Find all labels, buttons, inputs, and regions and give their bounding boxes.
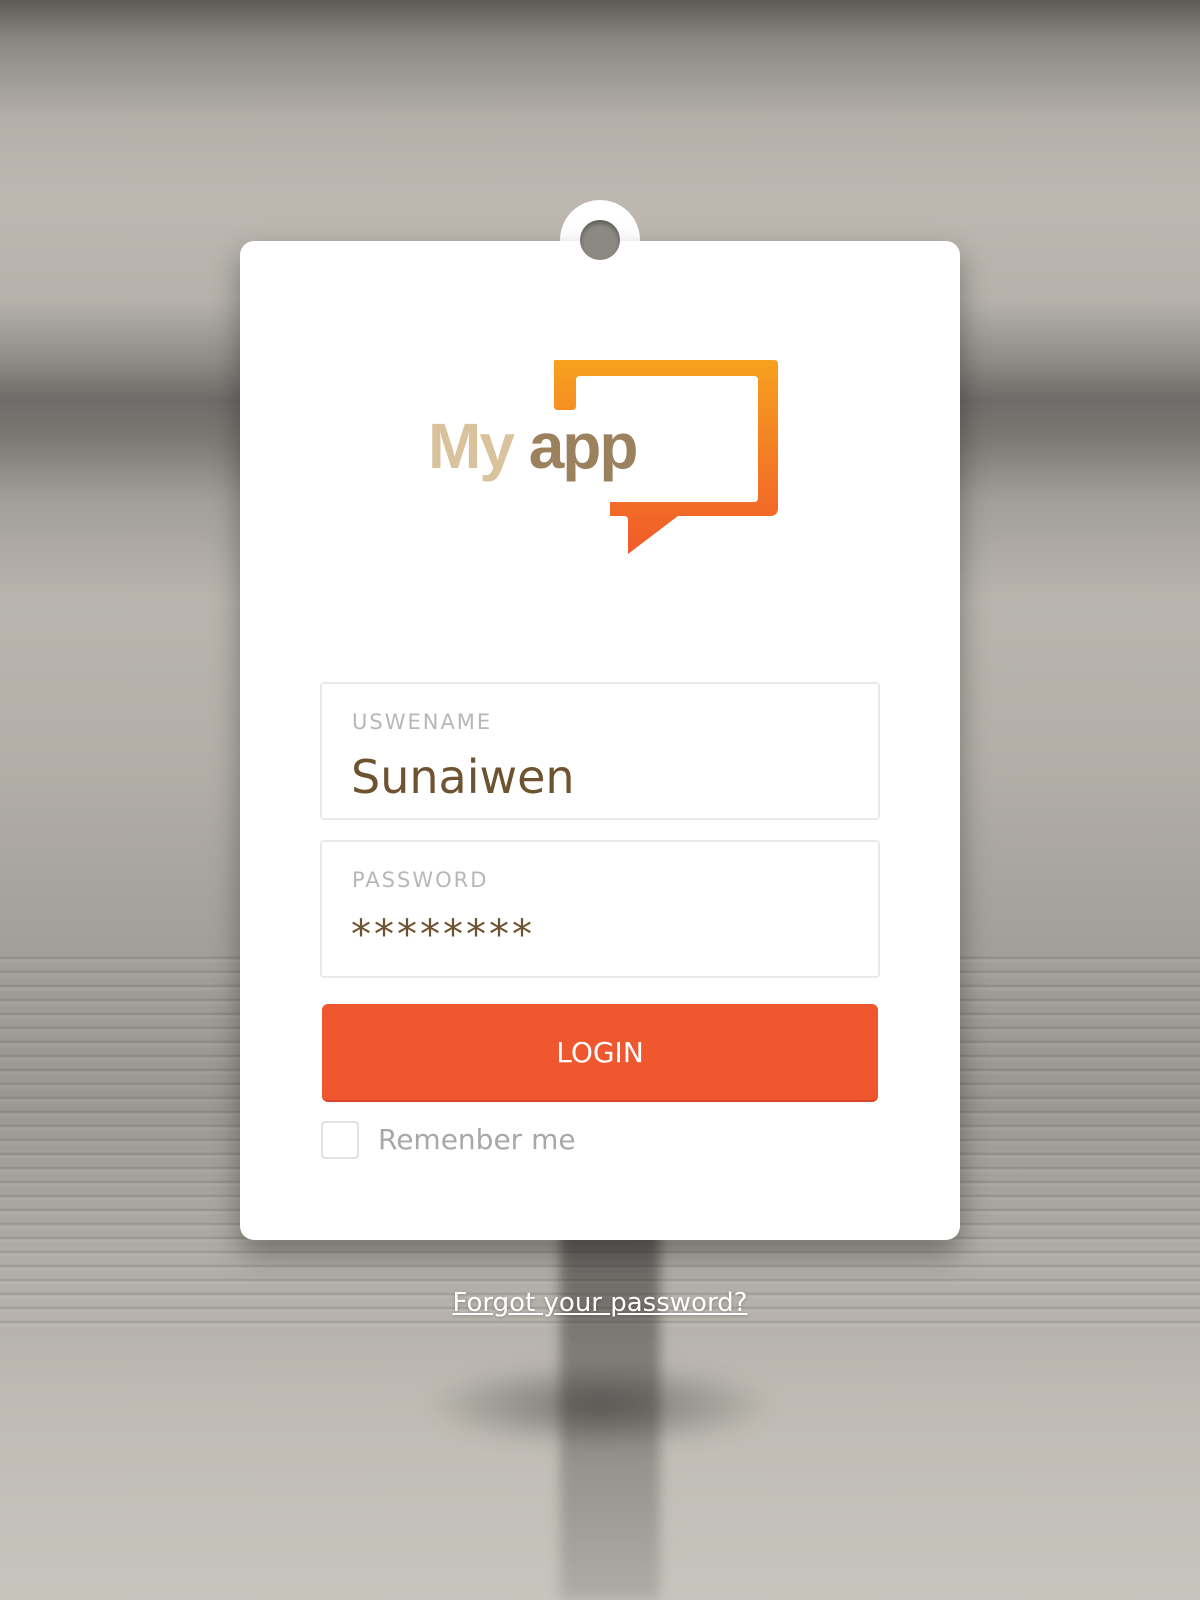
- username-label: USWENAME: [352, 710, 493, 734]
- username-input[interactable]: Sunaiwen: [351, 750, 575, 804]
- password-label: PASSWORD: [352, 868, 489, 892]
- remember-me-label[interactable]: Remenber me: [378, 1123, 576, 1156]
- remember-me-checkbox[interactable]: [321, 1121, 359, 1159]
- app-logo: My app: [420, 356, 780, 566]
- logo-my-text: My: [428, 410, 515, 482]
- forgot-password-link[interactable]: Forgot your password?: [452, 1288, 747, 1318]
- logo-app-text: app: [528, 410, 639, 482]
- card-hanger-hole: [580, 220, 620, 260]
- password-field[interactable]: PASSWORD ********: [320, 840, 880, 978]
- username-field[interactable]: USWENAME Sunaiwen: [320, 682, 880, 820]
- pole-reflection-shadow: [420, 1360, 780, 1450]
- password-input[interactable]: ********: [351, 912, 535, 958]
- login-button[interactable]: LOGIN: [322, 1004, 878, 1100]
- logo-wordmark: My app: [428, 414, 638, 478]
- forgot-password-container: Forgot your password?: [0, 1288, 1200, 1318]
